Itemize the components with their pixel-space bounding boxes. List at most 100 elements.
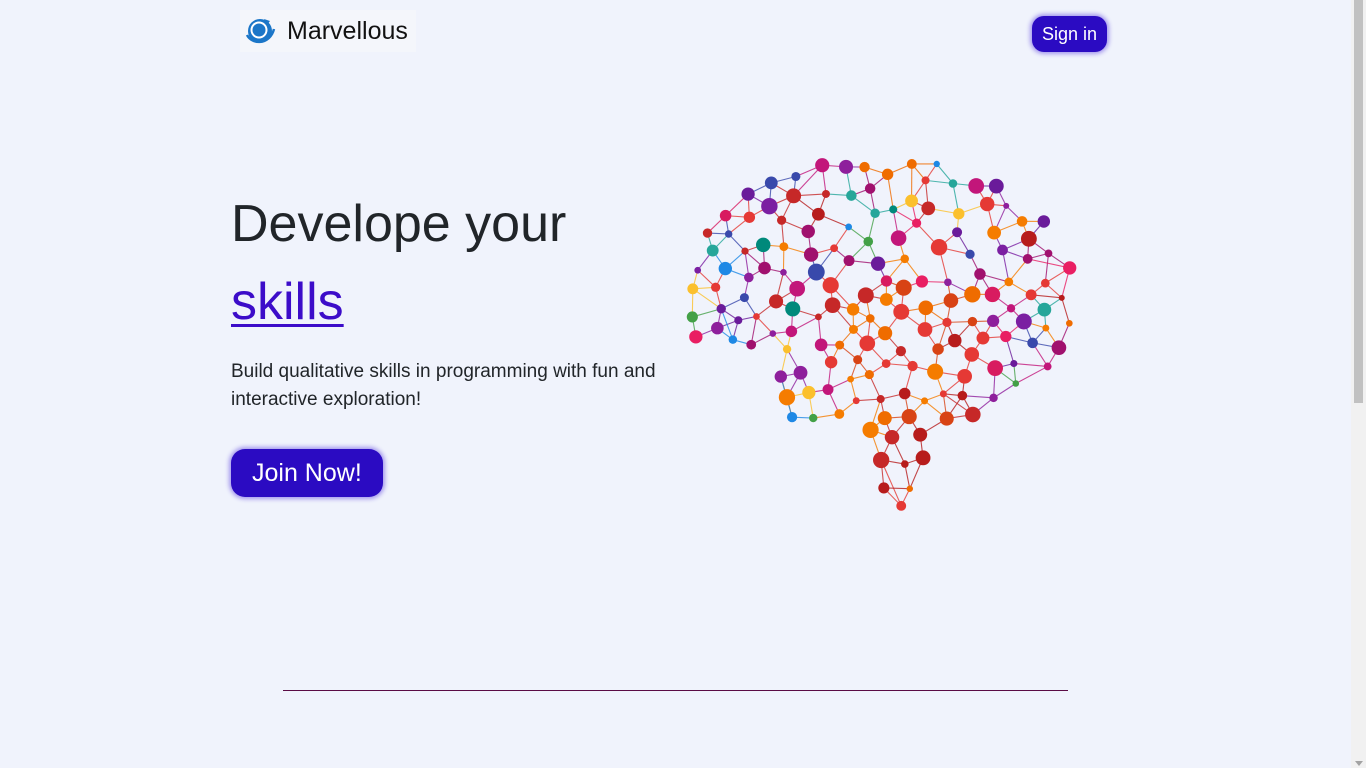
brain-node [863,236,874,247]
brain-node [779,242,789,252]
brain-node [758,261,771,275]
brain-node [933,160,940,168]
brain-node [734,316,743,325]
brain-node [728,335,738,344]
brain-node [881,359,891,368]
brain-node [879,293,893,306]
brain-node [1037,302,1052,317]
skills-link[interactable]: skills [231,268,344,336]
brain-node [948,333,962,348]
brain-node [957,368,972,384]
brain-node [807,263,825,281]
brain-node [834,409,845,419]
brain-node [769,294,784,309]
globe-orbit-icon [244,15,276,47]
brain-node [778,389,796,406]
brain-node [786,412,798,423]
brain-node [719,209,732,222]
brain-node [901,460,909,468]
brain-node [843,255,855,267]
brain-node [948,179,958,188]
brain-node [911,218,922,228]
colorful-brain-network-icon [686,158,1077,511]
brain-node [915,450,931,466]
brain-node [915,275,929,288]
brain-node [907,360,918,372]
brain-node [776,215,787,225]
brain-node [686,311,698,323]
scroll-down-arrow-icon[interactable] [1355,761,1363,766]
brain-node [785,325,798,338]
brain-node [716,304,726,314]
brain-node [1000,330,1012,343]
brain-node [1042,324,1050,332]
brain-node [873,451,890,469]
brain-node [965,406,981,423]
divider [283,690,1068,691]
vertical-scrollbar[interactable] [1351,0,1366,768]
brain-node [706,244,719,257]
brain-node [824,297,841,314]
brain-node [967,316,978,327]
brain-node [761,198,778,215]
brain-node [846,303,860,316]
brain-node [839,159,854,174]
brand-name: Marvellous [287,16,408,45]
brain-node [789,280,806,297]
brain-node [895,346,907,357]
brain-node [987,225,1002,240]
brain-network-nodes [686,158,1077,511]
hero-description: Build qualitative skills in programming … [231,361,656,410]
brain-node [791,171,801,182]
brain-node [718,261,733,276]
brain-node [741,187,755,201]
brain-node [845,223,853,231]
brain-node [755,237,771,253]
brain-node [979,196,995,212]
brain-node [1003,202,1010,209]
brain-node [895,279,912,296]
join-now-button[interactable]: Join Now! [231,449,383,497]
brain-node [1012,380,1020,387]
brain-node [881,168,894,181]
brain-node [780,268,787,276]
brain-node [803,247,819,262]
brain-node [1016,216,1028,227]
brain-node [884,429,900,445]
brain-node [974,268,986,280]
brain-node [859,335,876,352]
brain-node [896,500,907,511]
brain-node [944,278,952,287]
brain-node [1037,215,1051,228]
hero-heading: Develope your skills [231,190,681,336]
sign-in-button[interactable]: Sign in [1031,16,1107,52]
brain-node [702,228,713,238]
brain-node [864,369,874,380]
brain-node [1004,277,1014,287]
brain-node [1044,249,1053,258]
brain-node [918,300,934,316]
brain-node [711,321,724,335]
brain-node [864,183,876,194]
brain-node [997,244,1008,256]
brain-node [785,301,801,317]
brain-node [1051,340,1067,355]
brain-node [822,277,839,294]
brain-node [953,208,965,220]
brain-node [1058,294,1065,301]
scrollbar-thumb[interactable] [1354,0,1363,403]
brain-node [822,190,830,198]
brain-node [769,330,777,337]
brand[interactable]: Marvellous [240,10,416,52]
brain-node [913,427,928,442]
brain-node [921,201,936,216]
brain-node [939,390,947,398]
brain-node [988,178,1004,194]
brain-node [1063,261,1077,275]
brain-node [900,254,910,264]
brain-node [927,363,944,380]
brain-node [870,256,886,271]
brain-node [782,344,792,354]
brain-node [739,293,749,303]
brain-node [689,330,703,344]
